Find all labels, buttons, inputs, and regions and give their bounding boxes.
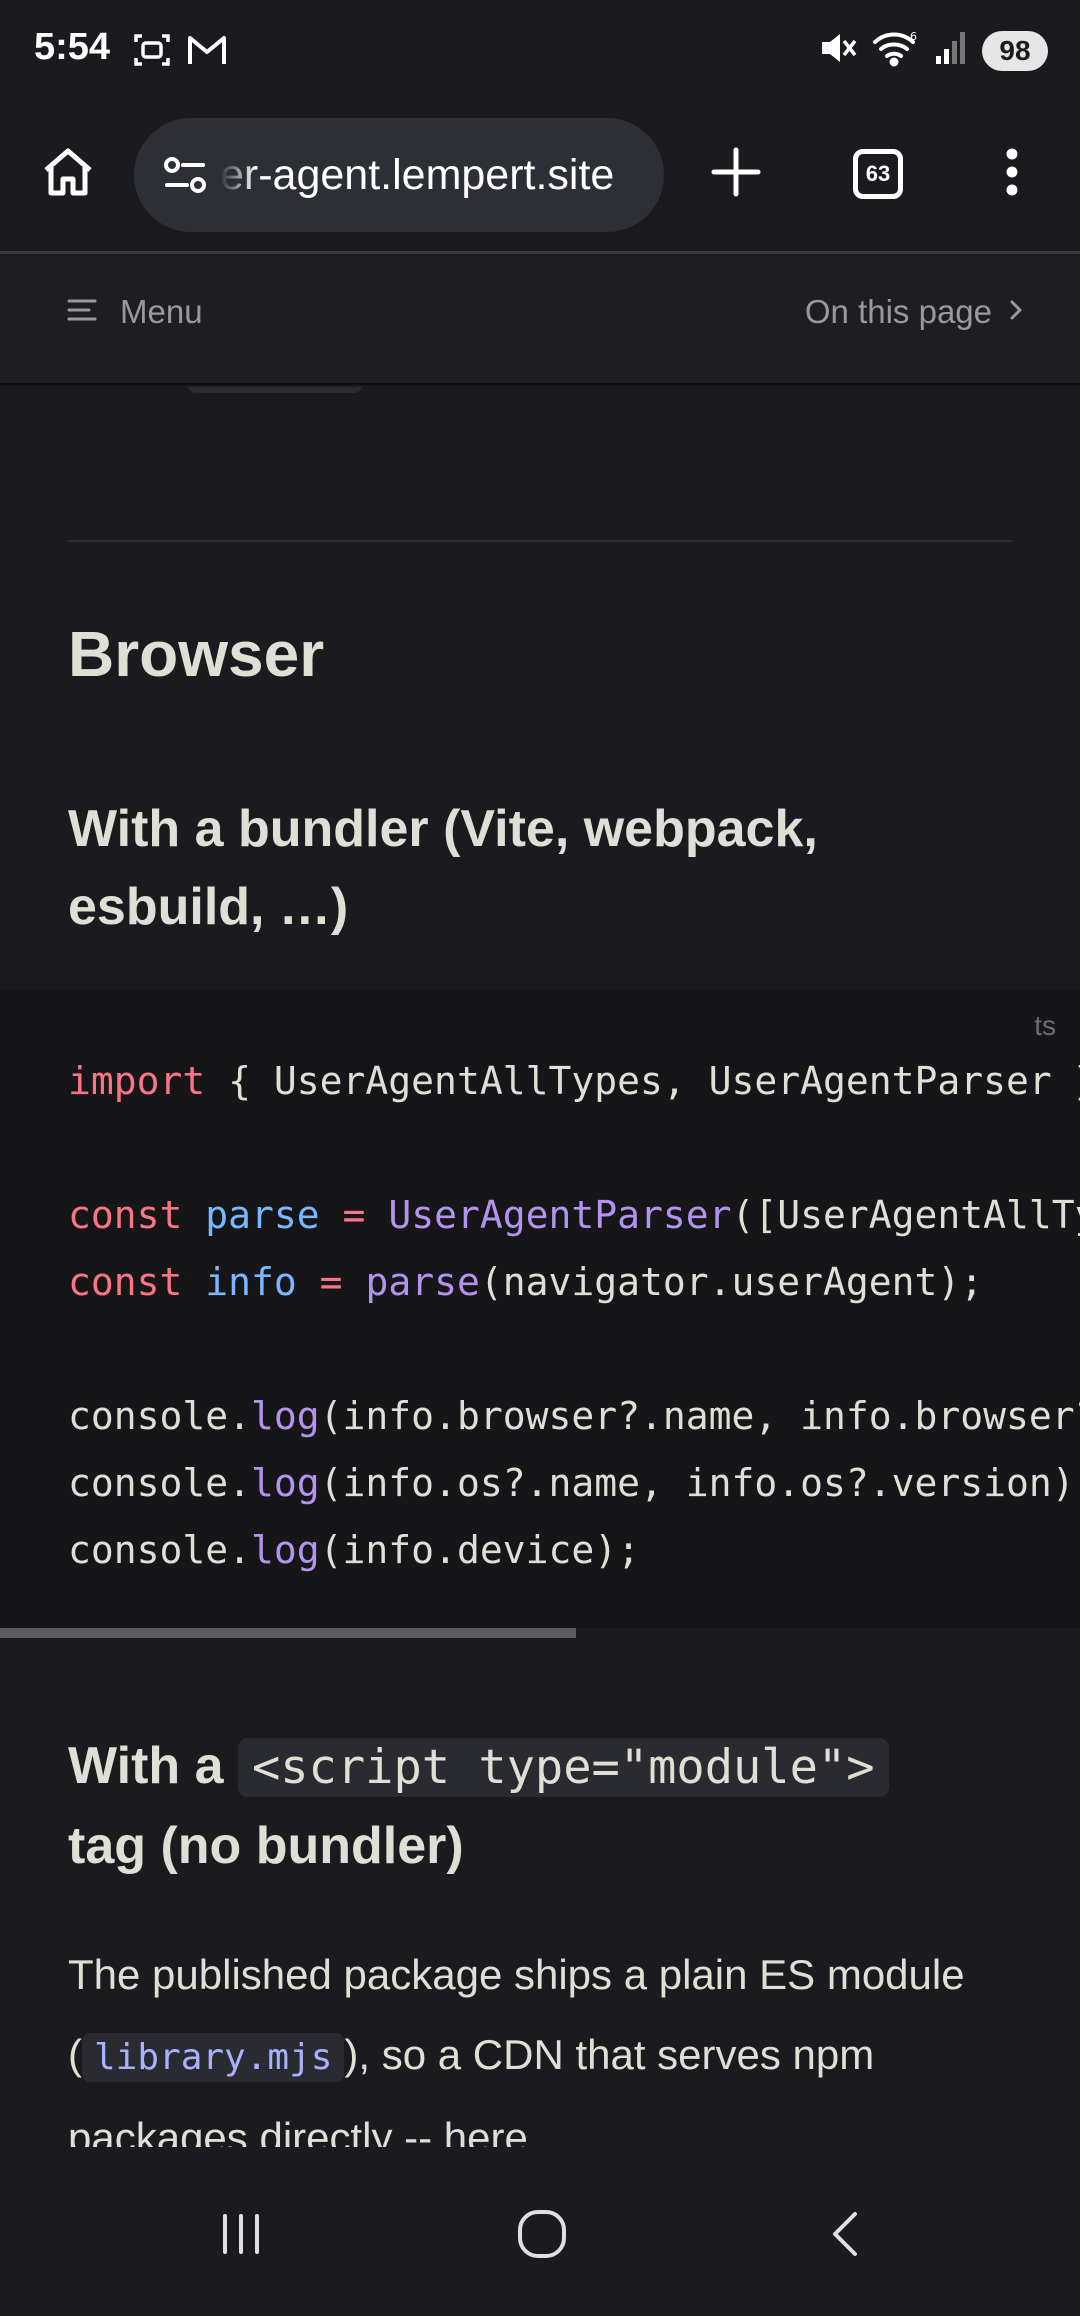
recents-icon [217, 2210, 265, 2263]
code-token: console. [68, 1394, 252, 1438]
home-nav-button[interactable] [497, 2191, 587, 2281]
code-token: { UserAgentAllTypes, UserAgentParser } f… [228, 1059, 1080, 1103]
browser-toolbar: er-agent.lempert.site 63 [0, 104, 1080, 254]
doc-nav-bar: Menu On this page [0, 257, 1080, 385]
code-line: console.log(info.device); [68, 1517, 1080, 1584]
heading-prefix: With a [68, 1737, 238, 1795]
new-tab-button[interactable] [696, 134, 776, 214]
code-token: const [68, 1260, 183, 1304]
heading-with-a-script-tag: With a <script type="module"> tag (no bun… [68, 1727, 1028, 1885]
mute-icon [818, 28, 858, 73]
code-token: log [251, 1528, 320, 1572]
battery-indicator: 98 [982, 30, 1048, 71]
heading-inline-code: <script type="module"> [237, 1738, 889, 1797]
back-icon [825, 2208, 865, 2265]
code-token: console. [68, 1528, 252, 1572]
gmail-icon [186, 30, 228, 75]
url-text[interactable]: er-agent.lempert.site [220, 151, 614, 200]
code-token: const [68, 1193, 183, 1237]
signal-icon [934, 28, 968, 73]
tab-switcher-button[interactable]: 63 [838, 134, 918, 214]
screenshot-icon [132, 30, 172, 75]
cdn-paragraph: The published package ships a plain ES m… [68, 1935, 1028, 2147]
code-token: info [205, 1260, 297, 1304]
recents-button[interactable] [196, 2191, 286, 2281]
code-scrollbar-thumb[interactable] [0, 1628, 576, 1638]
code-token: ([UserAgentAllTypes]); [731, 1193, 1080, 1237]
code-token: (info.device); [319, 1528, 640, 1572]
menu-label: Menu [120, 293, 203, 330]
tabs-icon: 63 [853, 149, 903, 199]
more-vert-icon [1002, 146, 1022, 203]
code-token: log [251, 1461, 320, 1505]
status-bar: 5:54 6 98 [0, 0, 1080, 104]
code-lines: import { UserAgentAllTypes, UserAgentPar… [68, 1048, 1080, 1584]
status-right-icons: 6 98 [818, 28, 1048, 73]
code-line: console.log(info.os?.name, info.os?.vers… [68, 1450, 1080, 1517]
partial-inline-code [188, 387, 362, 393]
code-token: parse [365, 1260, 480, 1304]
home-circle-icon [516, 2208, 568, 2265]
menu-button[interactable]: Menu [66, 293, 203, 331]
on-this-page-label: On this page [804, 293, 992, 330]
back-button[interactable] [800, 2191, 890, 2281]
code-scrollbar[interactable] [0, 1628, 1080, 1638]
code-token: (info.os?.name, info.os?.version); [319, 1461, 1080, 1505]
code-token: (info.browser?.name, info.browser?.versi… [319, 1394, 1080, 1438]
home-icon [40, 144, 96, 205]
code-line: console.log(info.browser?.name, info.bro… [68, 1383, 1080, 1450]
menu-icon [66, 296, 98, 329]
status-left-icons [132, 30, 228, 75]
on-this-page-button[interactable]: On this page [805, 293, 1024, 331]
code-token: import [68, 1059, 206, 1103]
code-line: const info = parse(navigator.userAgent); [68, 1249, 1080, 1316]
plus-icon [710, 146, 762, 203]
code-language-label: ts [1034, 1010, 1056, 1041]
status-time: 5:54 [34, 26, 111, 68]
android-nav-bar [0, 2147, 1080, 2316]
tab-count: 63 [865, 161, 891, 186]
code-token: = [296, 1260, 366, 1304]
site-settings-icon[interactable] [158, 148, 212, 202]
code-token: (navigator.userAgent); [479, 1260, 984, 1304]
code-token: UserAgentParser [388, 1193, 732, 1237]
code-token: parse [205, 1193, 320, 1237]
address-bar[interactable]: er-agent.lempert.site [134, 118, 664, 232]
home-button[interactable] [28, 134, 108, 214]
svg-text:6: 6 [910, 30, 917, 43]
library-mjs-code[interactable]: library.mjs [82, 2033, 345, 2082]
code-token: log [251, 1394, 320, 1438]
section-heading-browser: Browser [68, 618, 325, 690]
code-token: = [319, 1193, 389, 1237]
chevron-right-icon [1008, 296, 1024, 329]
section-divider [68, 540, 1012, 542]
code-token: console. [68, 1461, 252, 1505]
doc-content: Browser With a bundler (Vite, webpack, e… [0, 387, 1080, 2147]
heading-suffix: tag (no bundler) [68, 1817, 464, 1875]
more-options-button[interactable] [972, 134, 1052, 214]
code-block[interactable]: ts import { UserAgentAllTypes, UserAgent… [0, 990, 1080, 1638]
code-line: const parse = UserAgentParser([UserAgent… [68, 1182, 1080, 1249]
heading-with-a-bundler: With a bundler (Vite, webpack, esbuild, … [68, 800, 818, 936]
code-line: import { UserAgentAllTypes, UserAgentPar… [68, 1048, 1080, 1115]
wifi-icon: 6 [872, 28, 920, 73]
